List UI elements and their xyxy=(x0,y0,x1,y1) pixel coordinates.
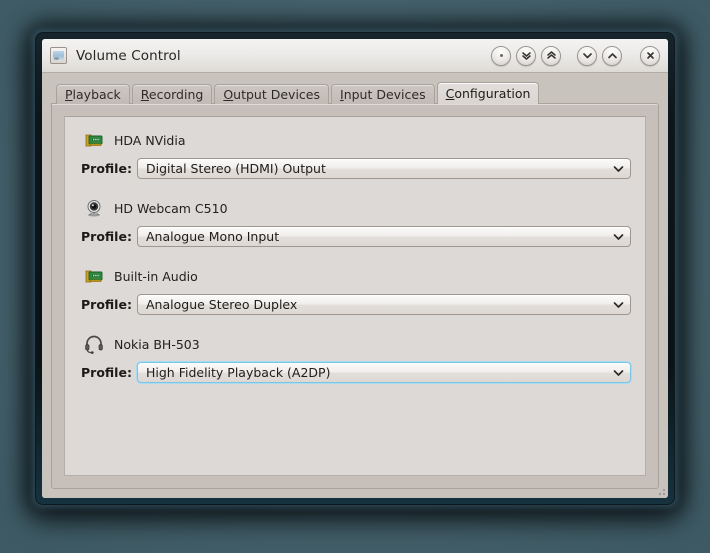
resize-grip[interactable] xyxy=(654,484,665,495)
device-header: HDA NVidia xyxy=(79,129,631,151)
tab-configuration[interactable]: Configuration xyxy=(436,82,540,104)
shade-down-button[interactable] xyxy=(516,45,536,66)
profile-value: Analogue Stereo Duplex xyxy=(146,297,298,312)
device-card: Built-in Audio Profile: Analogue Stereo … xyxy=(79,265,631,315)
maximize-button[interactable] xyxy=(602,45,622,66)
shade-up-button[interactable] xyxy=(541,45,561,66)
tab-strip: Playback Recording Output Devices Input … xyxy=(51,82,659,104)
device-card: HDA NVidia Profile: Digital Stereo (HDMI… xyxy=(79,129,631,179)
chevron-up-icon xyxy=(607,53,617,59)
profile-value: Digital Stereo (HDMI) Output xyxy=(146,161,326,176)
headset-icon xyxy=(83,333,105,355)
chevron-down-icon xyxy=(613,165,624,173)
profile-combobox[interactable]: Analogue Stereo Duplex xyxy=(137,294,631,315)
titlebar-button-group xyxy=(486,45,660,66)
window-title: Volume Control xyxy=(76,47,181,64)
double-chevron-up-icon xyxy=(546,51,556,59)
close-button[interactable] xyxy=(640,45,660,66)
device-name: Built-in Audio xyxy=(114,268,198,284)
profile-value: Analogue Mono Input xyxy=(146,229,280,244)
profile-combobox[interactable]: Analogue Mono Input xyxy=(137,226,631,247)
chevron-down-icon xyxy=(613,301,624,309)
tab-output-devices[interactable]: Output Devices xyxy=(214,84,329,104)
device-header: Nokia BH-503 xyxy=(79,333,631,355)
profile-combobox[interactable]: Digital Stereo (HDMI) Output xyxy=(137,158,631,179)
menu-button[interactable] xyxy=(491,45,511,66)
profile-label: Profile: xyxy=(81,161,132,176)
device-card: Nokia BH-503 Profile: High Fidelity Play… xyxy=(79,333,631,383)
configuration-tab-pane: HDA NVidia Profile: Digital Stereo (HDMI… xyxy=(51,103,659,489)
profile-label: Profile: xyxy=(81,365,132,380)
tab-playback[interactable]: Playback xyxy=(56,84,130,104)
profile-label: Profile: xyxy=(81,229,132,244)
device-name: HD Webcam C510 xyxy=(114,200,228,216)
device-card: HD Webcam C510 Profile: Analogue Mono In… xyxy=(79,197,631,247)
profile-row: Profile: Analogue Mono Input xyxy=(79,226,631,247)
profile-row: Profile: Analogue Stereo Duplex xyxy=(79,294,631,315)
profile-label: Profile: xyxy=(81,297,132,312)
app-icon xyxy=(50,47,67,64)
device-header: HD Webcam C510 xyxy=(79,197,631,219)
sound-card-icon xyxy=(83,129,105,151)
window-titlebar[interactable]: Volume Control xyxy=(42,39,668,73)
desktop-background: Volume Control Playback Recording Output… xyxy=(0,0,710,553)
profile-combobox[interactable]: High Fidelity Playback (A2DP) xyxy=(137,362,631,383)
dot-icon xyxy=(499,54,503,57)
minimize-button[interactable] xyxy=(577,45,597,66)
device-header: Built-in Audio xyxy=(79,265,631,287)
volume-control-window: Volume Control Playback Recording Output… xyxy=(36,33,674,504)
window-body: Playback Recording Output Devices Input … xyxy=(42,73,668,498)
profile-row: Profile: Digital Stereo (HDMI) Output xyxy=(79,158,631,179)
webcam-icon xyxy=(83,197,105,219)
chevron-down-icon xyxy=(613,369,624,377)
tab-input-devices[interactable]: Input Devices xyxy=(331,84,435,104)
chevron-down-icon xyxy=(582,53,592,59)
profile-row: Profile: High Fidelity Playback (A2DP) xyxy=(79,362,631,383)
device-list-scroll-area[interactable]: HDA NVidia Profile: Digital Stereo (HDMI… xyxy=(64,116,646,476)
device-name: HDA NVidia xyxy=(114,132,186,148)
tab-recording[interactable]: Recording xyxy=(131,84,213,104)
chevron-down-icon xyxy=(613,233,624,241)
device-name: Nokia BH-503 xyxy=(114,336,200,352)
close-icon xyxy=(646,52,654,59)
double-chevron-down-icon xyxy=(521,52,531,60)
sound-card-icon xyxy=(83,265,105,287)
profile-value: High Fidelity Playback (A2DP) xyxy=(146,365,331,380)
